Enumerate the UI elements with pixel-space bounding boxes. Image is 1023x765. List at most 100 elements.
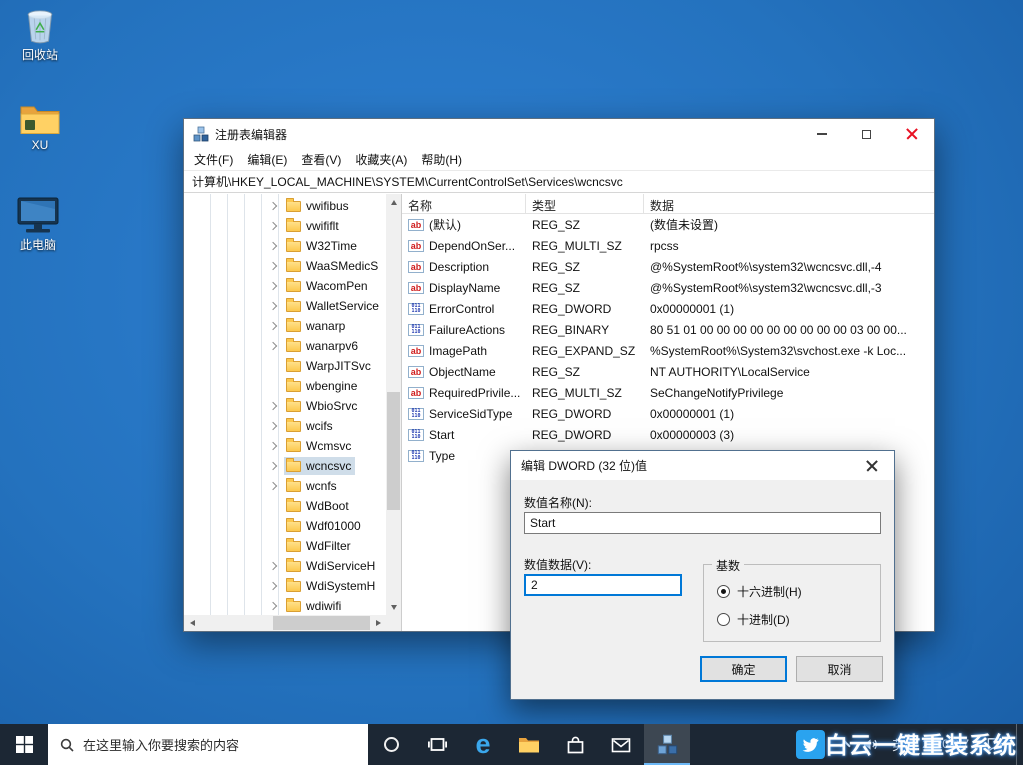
list-row[interactable]: 011 110StartREG_DWORD0x00000003 (3) [402,424,934,445]
tree-vertical-scrollbar[interactable] [386,194,401,615]
value-name-input[interactable] [524,512,881,534]
tree-item[interactable]: wanarp [184,316,386,336]
scroll-left-button[interactable] [184,615,200,631]
task-view-button[interactable] [414,724,460,765]
chevron-right-icon[interactable] [269,262,277,270]
tree-node[interactable]: WdFilter [284,537,355,555]
tree-item[interactable]: WacomPen [184,276,386,296]
tree-node[interactable]: WdBoot [284,497,353,515]
taskbar-search[interactable]: 在这里输入你要搜索的内容 [48,724,368,765]
bird-app-button[interactable] [787,724,833,765]
tree-item[interactable]: Wdf01000 [184,516,386,536]
registry-editor-taskbar-button[interactable] [644,724,690,765]
tree-item[interactable]: WdBoot [184,496,386,516]
column-header[interactable]: 类型 [526,194,644,213]
store-button[interactable] [552,724,598,765]
tree-node[interactable]: W32Time [284,237,361,255]
scroll-right-button[interactable] [370,615,386,631]
list-row[interactable]: abDependOnSer...REG_MULTI_SZrpcss [402,235,934,256]
show-desktop-button[interactable] [1016,724,1021,765]
tree-node[interactable]: WbioSrvc [284,397,361,415]
chevron-right-icon[interactable] [269,322,277,330]
tree-item[interactable]: wdiwifi [184,596,386,615]
tree-node[interactable]: wcncsvc [284,457,355,475]
tree-node[interactable]: wbengine [284,377,361,395]
mail-button[interactable] [598,724,644,765]
radio-decimal[interactable]: 十进制(D) [717,611,790,628]
cancel-button[interactable]: 取消 [796,656,883,682]
chevron-right-icon[interactable] [269,402,277,410]
chevron-right-icon[interactable] [269,282,277,290]
vertical-scroll-thumb[interactable] [387,392,400,510]
column-header[interactable]: 名称 [402,194,526,213]
tree-item[interactable]: WalletService [184,296,386,316]
chevron-right-icon[interactable] [269,242,277,250]
list-row[interactable]: 011 110ErrorControlREG_DWORD0x00000001 (… [402,298,934,319]
chevron-right-icon[interactable] [269,342,277,350]
tree-node[interactable]: WarpJITSvc [284,357,375,375]
list-row[interactable]: ab(默认)REG_SZ(数值未设置) [402,214,934,235]
volume-icon[interactable] [862,736,879,753]
dialog-title-bar[interactable]: 编辑 DWORD (32 位)值 [511,451,894,480]
tree-item[interactable]: WarpJITSvc [184,356,386,376]
list-row[interactable]: abDisplayNameREG_SZ@%SystemRoot%\system3… [402,277,934,298]
tree-item[interactable]: wbengine [184,376,386,396]
tree-node[interactable]: WdiServiceH [284,557,379,575]
tree-item[interactable]: wcifs [184,416,386,436]
maximize-button[interactable] [844,119,889,149]
list-row[interactable]: abObjectNameREG_SZNT AUTHORITY\LocalServ… [402,361,934,382]
tree-node[interactable]: WaaSMedicS [284,257,382,275]
menu-item[interactable]: 编辑(E) [240,149,294,170]
tree-node[interactable]: wcifs [284,417,337,435]
title-bar[interactable]: 注册表编辑器 [184,119,934,149]
tree-node[interactable]: wdiwifi [284,597,345,615]
start-button[interactable] [0,724,48,765]
tree-item[interactable]: WdiSystemH [184,576,386,596]
tree-node[interactable]: vwififlt [284,217,343,235]
scroll-up-button[interactable] [386,194,401,210]
chevron-right-icon[interactable] [269,482,277,490]
tree-node[interactable]: WdiSystemH [284,577,379,595]
input-language-indicator[interactable]: 英 [892,735,905,754]
column-header[interactable]: 数据 [644,194,934,213]
list-row[interactable]: abDescriptionREG_SZ@%SystemRoot%\system3… [402,256,934,277]
horizontal-scroll-thumb[interactable] [273,616,370,630]
value-data-input[interactable] [524,574,682,596]
tree-node[interactable]: wcnfs [284,477,341,495]
chevron-right-icon[interactable] [269,222,277,230]
tree-node[interactable]: WalletService [284,297,383,315]
tree-node[interactable]: wanarp [284,317,349,335]
tree-item[interactable]: wanarpv6 [184,336,386,356]
tree-item[interactable]: wcncsvc [184,456,386,476]
chevron-right-icon[interactable] [269,562,277,570]
chevron-right-icon[interactable] [269,462,277,470]
tree-node[interactable]: Wdf01000 [284,517,365,535]
menu-item[interactable]: 帮助(H) [414,149,469,170]
taskbar-clock[interactable]: 2020/8/7 [918,724,973,765]
tree-item[interactable]: W32Time [184,236,386,256]
menu-item[interactable]: 查看(V) [294,149,348,170]
tree-item[interactable]: WaaSMedicS [184,256,386,276]
scroll-down-button[interactable] [386,599,401,615]
tree-item[interactable]: WbioSrvc [184,396,386,416]
chevron-right-icon[interactable] [269,202,277,210]
list-row[interactable]: abRequiredPrivile...REG_MULTI_SZSeChange… [402,382,934,403]
tree-node[interactable]: vwifibus [284,197,353,215]
hidden-icons-chevron[interactable] [840,740,851,751]
chevron-right-icon[interactable] [269,582,277,590]
minimize-button[interactable] [799,119,844,149]
address-bar[interactable]: 计算机\HKEY_LOCAL_MACHINE\SYSTEM\CurrentCon… [184,170,934,193]
menu-item[interactable]: 收藏夹(A) [348,149,414,170]
tree-item[interactable]: vwifibus [184,196,386,216]
chevron-right-icon[interactable] [269,602,277,610]
list-row[interactable]: abImagePathREG_EXPAND_SZ%SystemRoot%\Sys… [402,340,934,361]
menu-item[interactable]: 文件(F) [187,149,240,170]
chevron-right-icon[interactable] [269,302,277,310]
ok-button[interactable]: 确定 [700,656,787,682]
chevron-right-icon[interactable] [269,442,277,450]
file-explorer-button[interactable] [506,724,552,765]
tree-node[interactable]: Wcmsvc [284,437,355,455]
dialog-close-button[interactable] [849,451,894,480]
desktop-icon-this-pc[interactable]: 此电脑 [6,196,70,252]
edge-button[interactable]: e [460,724,506,765]
